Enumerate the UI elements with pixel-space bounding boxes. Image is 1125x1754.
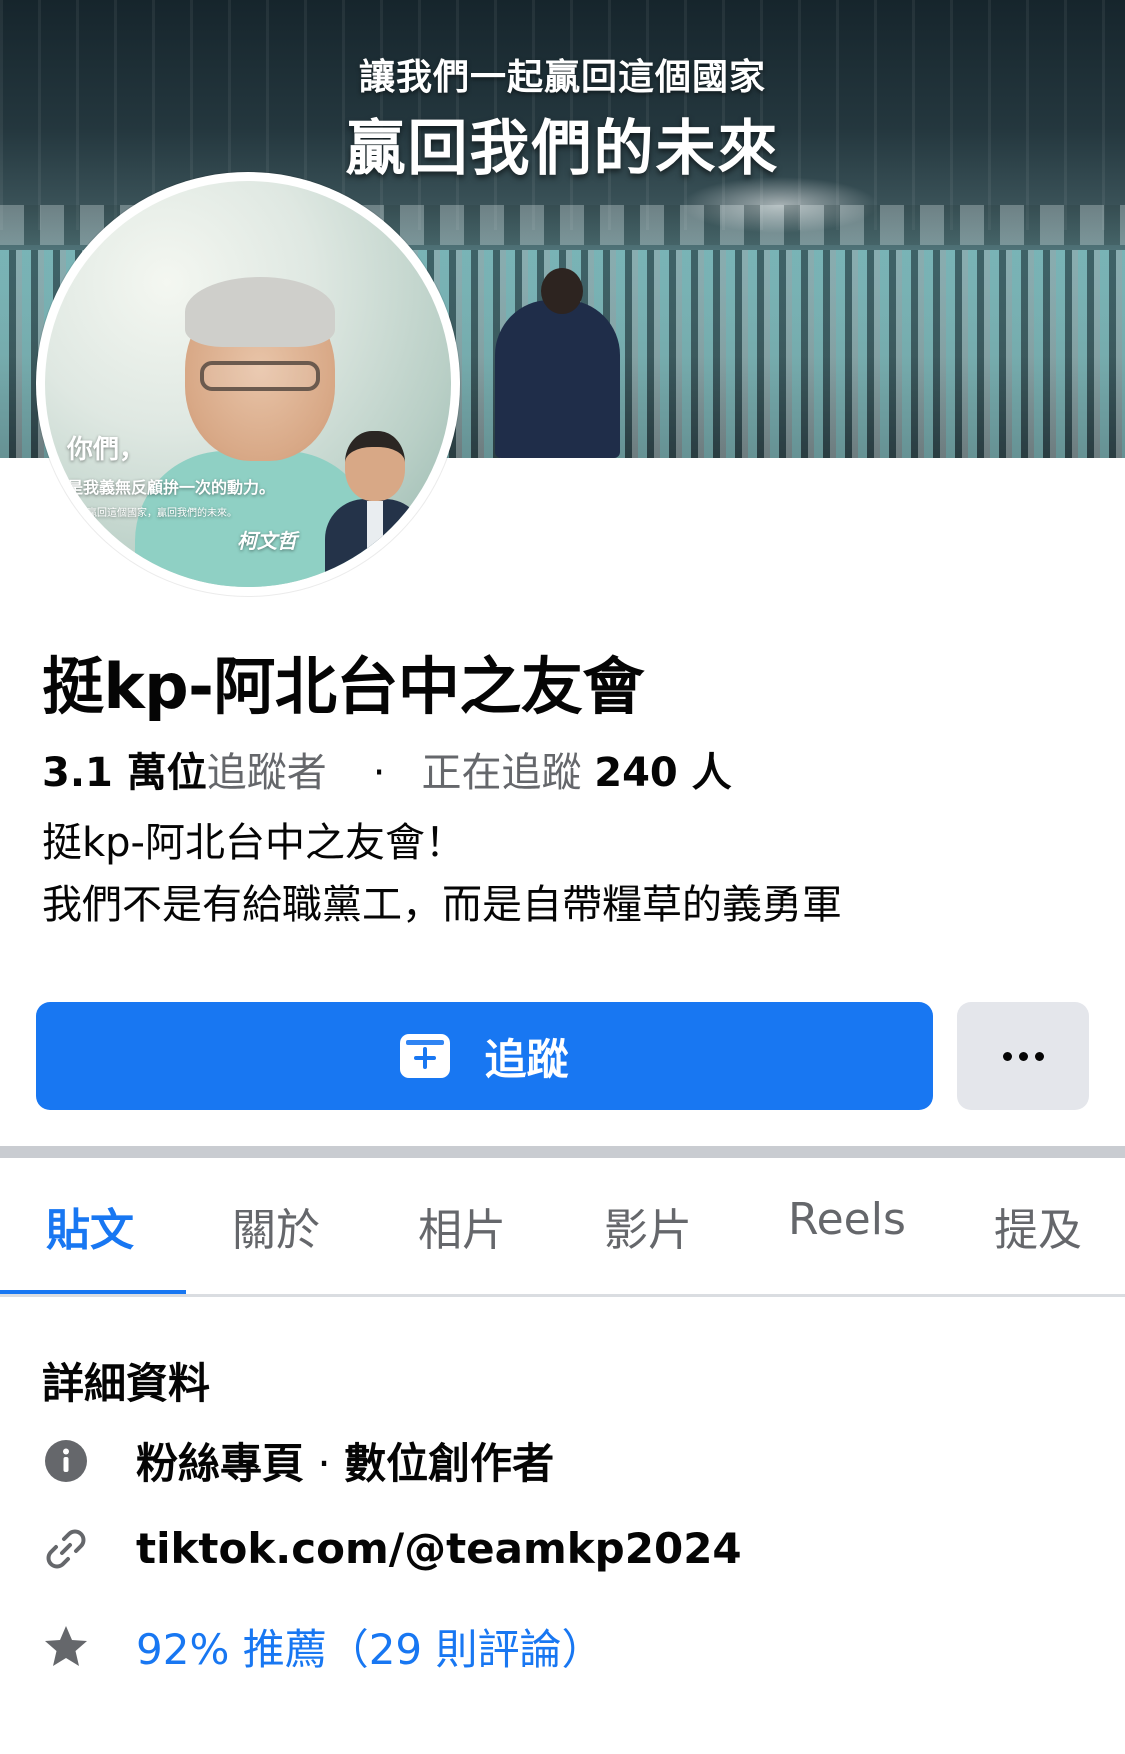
more-options-button[interactable] xyxy=(957,1002,1089,1110)
tab-about[interactable]: 關於 xyxy=(232,1194,320,1258)
avatar-caption: 你們， 是我義無反顧拚一次的動力。 一起贏回這個國家，贏回我們的未來。 柯文哲 xyxy=(67,429,367,554)
followers-label[interactable]: 追蹤者 xyxy=(207,750,327,796)
cover-slogan-line2: 贏回我們的未來 xyxy=(345,114,780,184)
category-separator: · xyxy=(304,1439,345,1488)
bio-line2: 我們不是有給職黨工，而是自帶糧草的義勇軍 xyxy=(42,882,842,928)
rating-text[interactable]: 92% 推薦（29 則評論） xyxy=(136,1616,604,1677)
tab-reels[interactable]: Reels xyxy=(788,1194,906,1245)
avatar-portrait-hair xyxy=(185,277,335,347)
follow-plus-icon xyxy=(400,1034,451,1078)
cover-speaker-head xyxy=(541,268,583,314)
following-label[interactable]: 正在追蹤 xyxy=(422,750,582,796)
avatar-mini-tie xyxy=(367,501,383,561)
link-icon xyxy=(42,1525,90,1573)
avatar-caption-line1: 你們， xyxy=(67,435,146,465)
follow-button-label: 追蹤 xyxy=(484,1034,569,1084)
cover-speaker xyxy=(495,300,620,458)
follow-icon-rim xyxy=(406,1040,445,1045)
page-bio: 挺kp-阿北台中之友會！ 我們不是有給職黨工，而是自帶糧草的義勇軍 xyxy=(42,812,842,936)
avatar-caption-line3: 一起贏回這個國家，贏回我們的未來。 xyxy=(67,508,237,519)
more-dots-icon xyxy=(1002,1051,1012,1061)
category-main: 粉絲專頁 xyxy=(136,1439,305,1488)
category-sub: 數位創作者 xyxy=(344,1439,555,1488)
tab-videos[interactable]: 影片 xyxy=(604,1194,692,1258)
star-icon xyxy=(42,1623,90,1671)
more-dots-icon xyxy=(1034,1051,1044,1061)
bio-line1: 挺kp-阿北台中之友會！ xyxy=(42,820,465,866)
followers-count[interactable]: 3.1 萬位 xyxy=(42,750,207,796)
avatar-photo: 你們， 是我義無反顧拚一次的動力。 一起贏回這個國家，贏回我們的未來。 柯文哲 xyxy=(45,181,451,587)
tabs-border xyxy=(0,1294,1125,1297)
profile-tabs: 貼文 關於 相片 影片 Reels 提及 xyxy=(0,1158,1125,1296)
profile-avatar[interactable]: 你們， 是我義無反顧拚一次的動力。 一起贏回這個國家，贏回我們的未來。 柯文哲 xyxy=(36,172,460,596)
details-heading: 詳細資料 xyxy=(42,1359,211,1408)
following-count[interactable]: 240 人 xyxy=(594,750,731,796)
info-icon xyxy=(42,1437,90,1485)
more-dots-icon xyxy=(1018,1051,1028,1061)
avatar-signature: 柯文哲 xyxy=(237,529,297,553)
link-text[interactable]: tiktok.com/@teamkp2024 xyxy=(136,1524,742,1573)
detail-link[interactable]: tiktok.com/@teamkp2024 xyxy=(42,1524,742,1573)
page-stats: 3.1 萬位追蹤者 · 正在追蹤 240 人 xyxy=(42,740,732,798)
detail-category: 粉絲專頁 · 數位創作者 xyxy=(42,1430,554,1491)
tab-posts[interactable]: 貼文 xyxy=(46,1194,134,1258)
avatar-portrait-glasses xyxy=(200,361,320,391)
section-divider xyxy=(0,1146,1125,1158)
follow-button[interactable]: 追蹤 xyxy=(36,1002,933,1110)
page-title: 挺kp-阿北台中之友會 xyxy=(42,650,644,723)
tab-mentions[interactable]: 提及 xyxy=(994,1194,1082,1258)
detail-rating[interactable]: 92% 推薦（29 則評論） xyxy=(42,1616,604,1677)
stats-separator: · xyxy=(372,750,386,796)
avatar-caption-line2: 是我義無反顧拚一次的動力。 xyxy=(67,478,276,497)
cover-slogan-line1: 讓我們一起贏回這個國家 xyxy=(358,56,766,98)
tab-photos[interactable]: 相片 xyxy=(418,1194,506,1258)
